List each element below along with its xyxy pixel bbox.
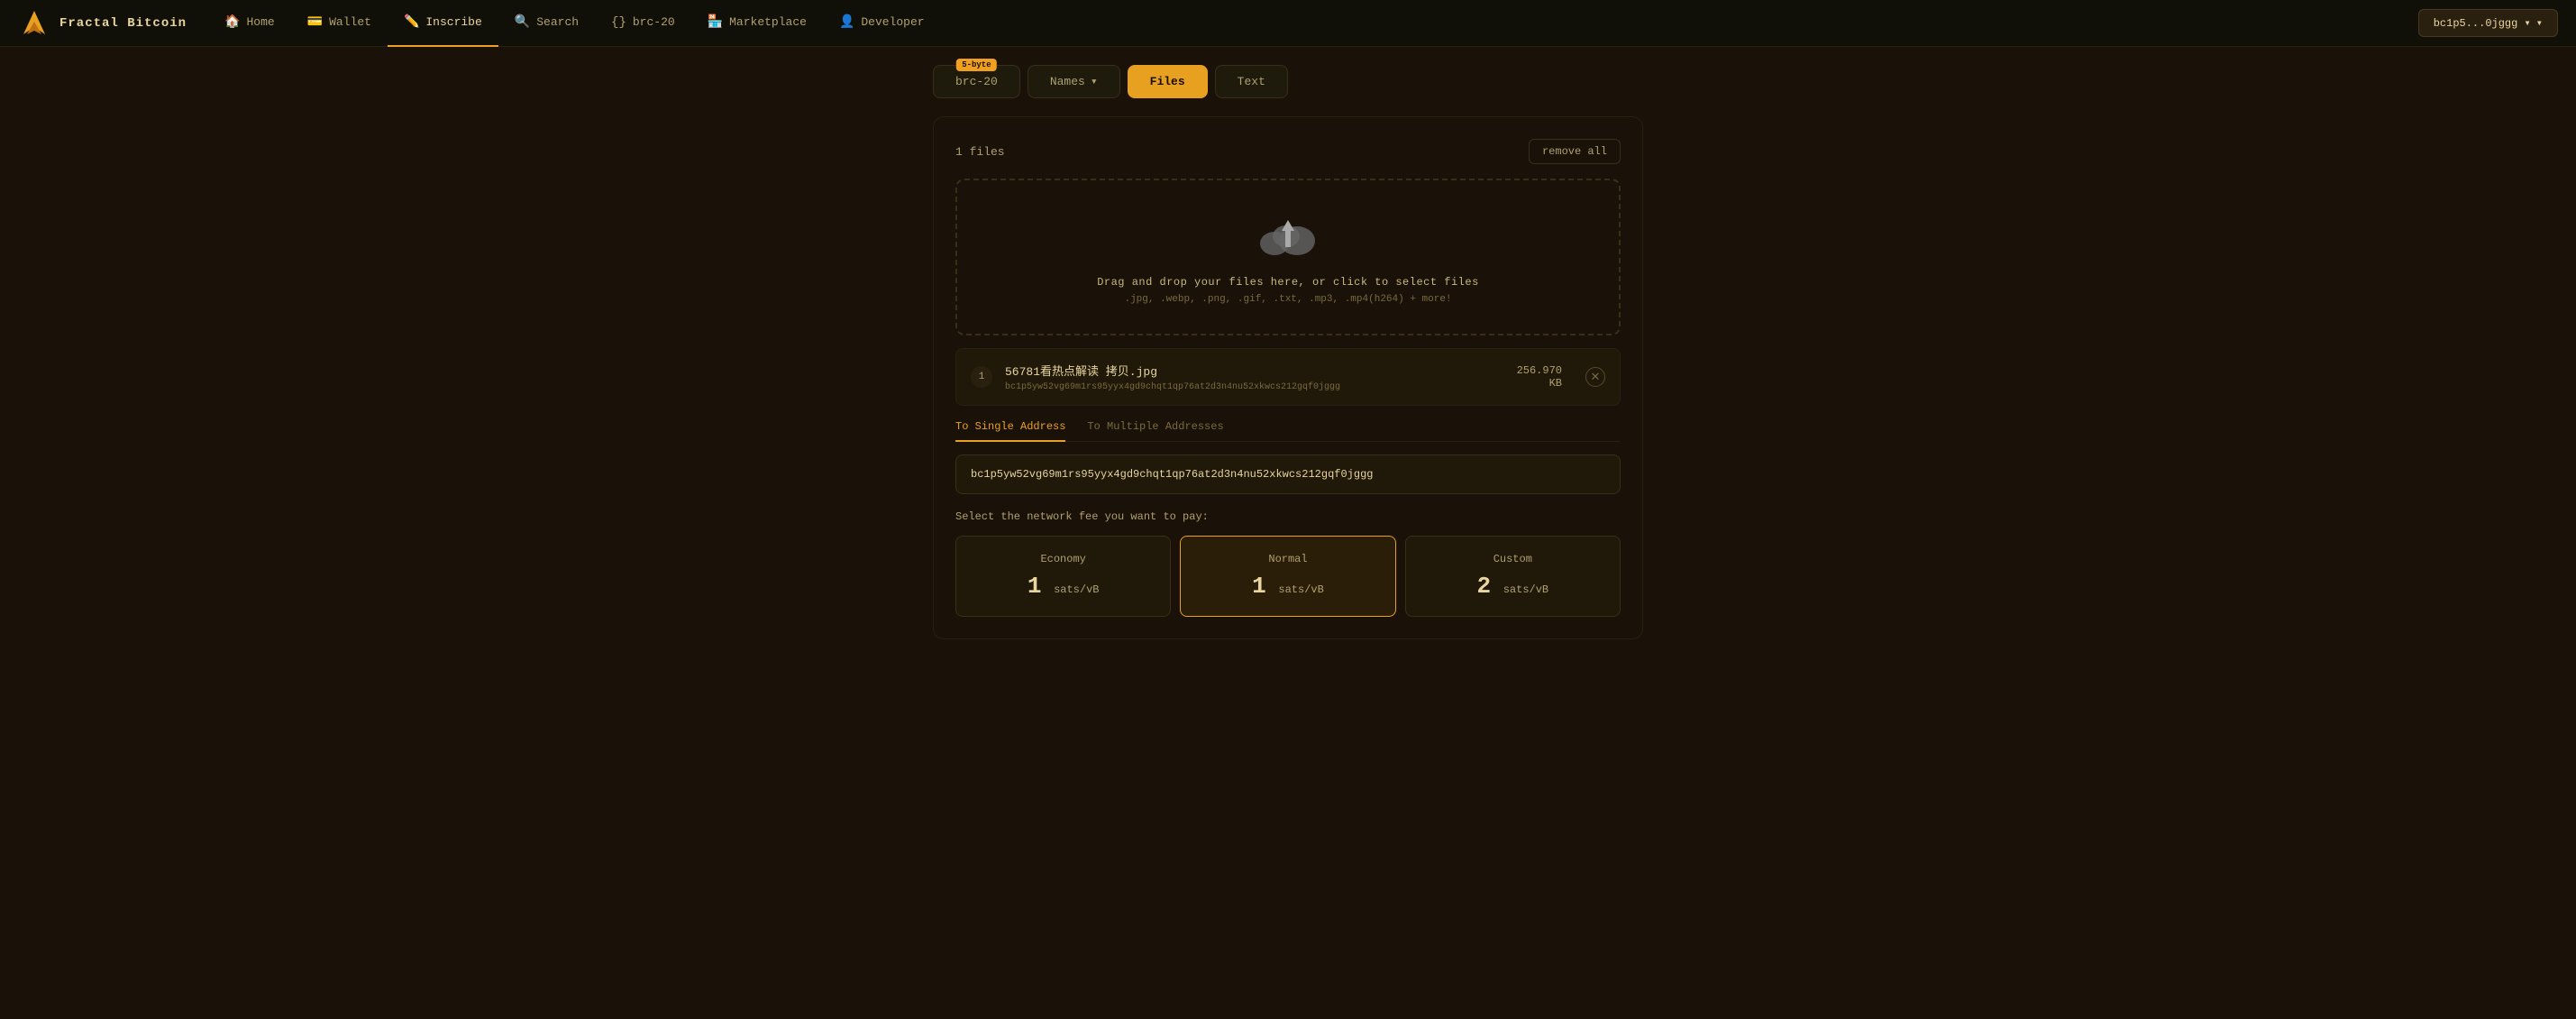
tab-text[interactable]: Text <box>1215 65 1288 98</box>
addr-tab-multiple[interactable]: To Multiple Addresses <box>1087 420 1223 442</box>
brand-logo[interactable]: Fractal Bitcoin <box>18 7 187 40</box>
nav-item-brc20[interactable]: {} brc-20 <box>595 0 691 47</box>
nav-item-marketplace[interactable]: 🏪 Marketplace <box>691 0 823 47</box>
fee-normal-label: Normal <box>1195 553 1380 565</box>
wallet-icon: 💳 <box>307 14 323 30</box>
navbar: Fractal Bitcoin 🏠 Home 💳 Wallet ✏️ Inscr… <box>0 0 2576 47</box>
fee-economy-value: 1 <box>1028 573 1042 600</box>
fee-card-custom[interactable]: Custom 2 sats/vB <box>1405 536 1621 617</box>
file-number: 1 <box>971 366 992 388</box>
fee-card-normal[interactable]: Normal 1 sats/vB <box>1180 536 1395 617</box>
drop-zone-sub-text: .jpg, .webp, .png, .gif, .txt, .mp3, .mp… <box>975 294 1601 305</box>
main-content: 5-byte brc-20 Names ▾ Files Text 1 files… <box>918 47 1658 657</box>
wallet-address-button[interactable]: bc1p5...0jggg ▾ ▾ <box>2418 9 2558 37</box>
pencil-icon: ✏️ <box>404 14 419 30</box>
remove-all-button[interactable]: remove all <box>1529 139 1621 164</box>
nav-item-search[interactable]: 🔍 Search <box>498 0 595 47</box>
fee-normal-unit: sats/vB <box>1278 583 1323 596</box>
file-item: 1 56781看热点解读 拷贝.jpg bc1p5yw52vg69m1rs95y… <box>955 348 1621 406</box>
tab-row: 5-byte brc-20 Names ▾ Files Text <box>933 65 1643 98</box>
fee-cards: Economy 1 sats/vB Normal 1 sats/vB Custo… <box>955 536 1621 617</box>
chevron-down-icon: ▾ <box>2536 16 2543 30</box>
tab-files[interactable]: Files <box>1128 65 1208 98</box>
fee-economy-unit: sats/vB <box>1054 583 1099 596</box>
file-name: 56781看热点解读 拷贝.jpg <box>1005 362 1504 379</box>
fee-normal-value: 1 <box>1252 573 1266 600</box>
fee-label: Select the network fee you want to pay: <box>955 510 1621 523</box>
upload-cloud-icon <box>1256 209 1320 259</box>
inscribe-panel: 1 files remove all Drag and drop your fi… <box>933 116 1643 639</box>
brand-icon <box>18 7 50 40</box>
marketplace-icon: 🏪 <box>708 14 723 30</box>
brc20-icon: {} <box>611 15 626 30</box>
fee-economy-label: Economy <box>971 553 1156 565</box>
fee-custom-unit: sats/vB <box>1503 583 1548 596</box>
fee-card-economy[interactable]: Economy 1 sats/vB <box>955 536 1171 617</box>
address-input[interactable] <box>955 454 1621 494</box>
nav-item-wallet[interactable]: 💳 Wallet <box>291 0 388 47</box>
file-size: 256.970 KB <box>1517 364 1562 390</box>
nav-item-developer[interactable]: 👤 Developer <box>823 0 941 47</box>
drop-zone-main-text: Drag and drop your files here, or click … <box>975 276 1601 289</box>
nav-items: 🏠 Home 💳 Wallet ✏️ Inscribe 🔍 Search {} … <box>208 0 2418 47</box>
file-remove-button[interactable]: ✕ <box>1585 367 1605 387</box>
fee-custom-value: 2 <box>1477 573 1492 600</box>
developer-icon: 👤 <box>839 14 854 30</box>
address-tabs: To Single Address To Multiple Addresses <box>955 420 1621 442</box>
nav-item-inscribe[interactable]: ✏️ Inscribe <box>388 0 498 47</box>
file-info: 56781看热点解读 拷贝.jpg bc1p5yw52vg69m1rs95yyx… <box>1005 362 1504 392</box>
home-icon: 🏠 <box>224 14 240 30</box>
files-header: 1 files remove all <box>955 139 1621 164</box>
chevron-down-icon: ▾ <box>1091 75 1098 88</box>
drop-zone[interactable]: Drag and drop your files here, or click … <box>955 179 1621 335</box>
fee-custom-label: Custom <box>1420 553 1605 565</box>
brand-name: Fractal Bitcoin <box>59 16 187 31</box>
addr-tab-single[interactable]: To Single Address <box>955 420 1065 442</box>
tab-brc20[interactable]: 5-byte brc-20 <box>933 65 1020 98</box>
file-address: bc1p5yw52vg69m1rs95yyx4gd9chqt1qp76at2d3… <box>1005 382 1504 392</box>
brc20-badge: 5-byte <box>956 59 996 71</box>
files-count: 1 files <box>955 145 1005 159</box>
upload-icon-wrap <box>975 209 1601 263</box>
nav-item-home[interactable]: 🏠 Home <box>208 0 291 47</box>
tab-names[interactable]: Names ▾ <box>1028 65 1120 98</box>
search-icon: 🔍 <box>515 14 530 30</box>
